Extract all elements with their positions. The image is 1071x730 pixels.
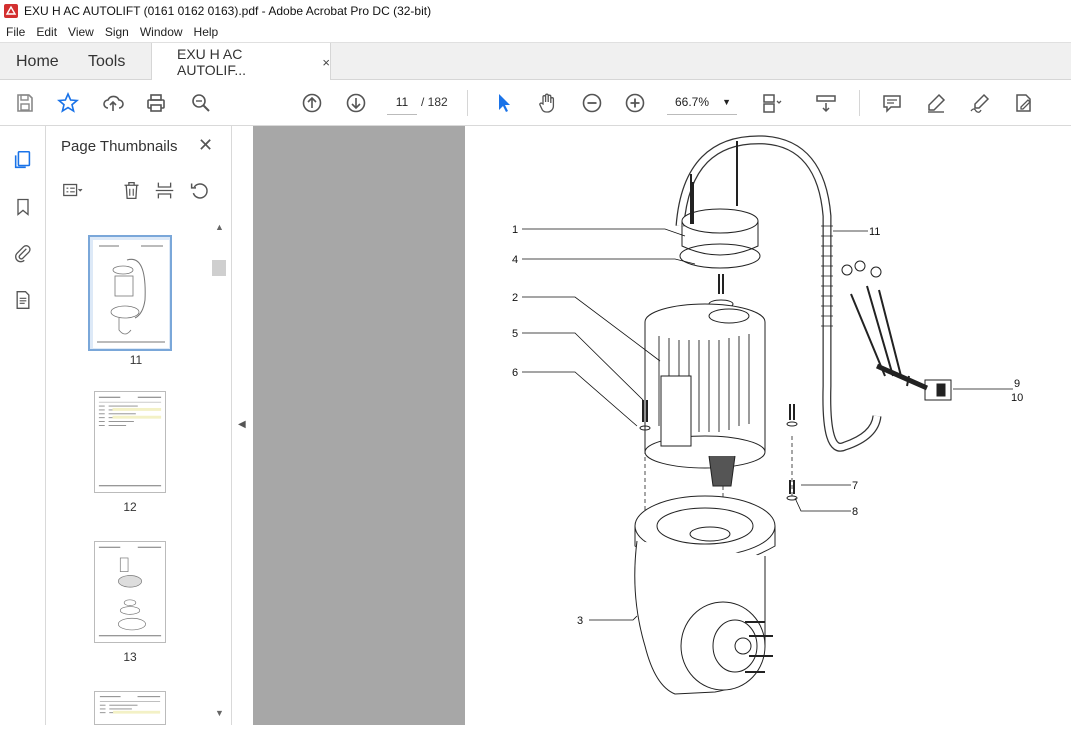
menu-bar: File Edit View Sign Window Help [0, 22, 1071, 42]
callout-label: 4 [512, 254, 518, 266]
highlight-icon[interactable] [923, 90, 949, 116]
zoom-search-icon[interactable] [188, 90, 214, 116]
thumbnail-label: 11 [129, 353, 143, 367]
thumbnail-image [88, 235, 172, 351]
scroll-down-icon[interactable]: ▼ [215, 708, 224, 718]
page-content-icon[interactable] [11, 288, 35, 312]
page-number-input[interactable]: 11 [387, 90, 417, 115]
close-tab-icon[interactable]: × [322, 55, 330, 70]
menu-edit[interactable]: Edit [30, 25, 62, 39]
zoom-level-select[interactable]: 66.7% ▼ [667, 90, 737, 115]
thumbnail-label: 13 [123, 650, 137, 664]
tab-bar: Home Tools EXU H AC AUTOLIF... × [0, 42, 1071, 81]
callout-label: 3 [577, 615, 583, 627]
chevron-left-icon: ◀ [238, 419, 246, 430]
save-icon[interactable] [12, 90, 38, 116]
chevron-down-icon: ▼ [722, 97, 731, 107]
toolbar-divider [467, 90, 468, 116]
options-menu-icon[interactable] [60, 178, 84, 202]
close-panel-icon[interactable]: ✕ [198, 135, 213, 156]
page-up-icon[interactable] [299, 90, 325, 116]
document-page[interactable]: 1 4 2 5 6 11 9 10 7 8 3 [465, 126, 1071, 725]
rotate-page-icon[interactable] [187, 178, 211, 202]
fit-page-icon[interactable] [758, 90, 784, 116]
callout-label: 6 [512, 367, 518, 379]
page-total: / 182 [421, 95, 448, 109]
menu-window[interactable]: Window [134, 25, 188, 39]
hand-icon[interactable] [535, 90, 561, 116]
window-title: EXU H AC AUTOLIFT (0161 0162 0163).pdf -… [24, 4, 432, 18]
zoom-out-icon[interactable] [579, 90, 605, 116]
print-icon[interactable] [143, 90, 169, 116]
callout-label: 1 [512, 224, 518, 236]
bookmark-star-icon[interactable] [55, 90, 81, 116]
edit-pdf-icon[interactable] [1010, 90, 1036, 116]
zoom-level-value: 66.7% [675, 95, 710, 109]
thumbnail-scrollbar[interactable]: ▲ ▼ [212, 222, 228, 722]
thumbnails-panel: Page Thumbnails ✕ ▲ ▼ 11 12 13 [46, 126, 232, 725]
toolbar: 11 / 182 66.7% ▼ [0, 80, 1071, 126]
menu-view[interactable]: View [62, 25, 99, 39]
select-arrow-icon[interactable] [491, 90, 517, 116]
thumbnail-image [94, 541, 166, 643]
menu-help[interactable]: Help [188, 25, 224, 39]
thumbnail-label: 12 [123, 500, 137, 514]
exploded-view-drawing: 1 4 2 5 6 11 9 10 7 8 3 [512, 135, 1023, 695]
page-thumbnails-icon[interactable] [11, 148, 35, 172]
callout-label: 9 [1014, 378, 1020, 390]
bookmarks-icon[interactable] [11, 195, 35, 219]
panel-title: Page Thumbnails [61, 138, 178, 155]
sign-icon[interactable] [967, 90, 993, 116]
scroll-up-icon[interactable]: ▲ [215, 222, 224, 232]
thumbnail-image [94, 391, 166, 493]
tab-tools[interactable]: Tools [88, 43, 125, 80]
title-bar: EXU H AC AUTOLIFT (0161 0162 0163).pdf -… [0, 0, 1071, 22]
menu-file[interactable]: File [0, 25, 30, 39]
delete-page-icon[interactable] [119, 178, 143, 202]
scroll-mode-icon[interactable] [813, 90, 839, 116]
callout-label: 2 [512, 292, 518, 304]
menu-sign[interactable]: Sign [99, 25, 134, 39]
page-down-icon[interactable] [343, 90, 369, 116]
tab-document-label: EXU H AC AUTOLIF... [177, 46, 246, 78]
tab-document[interactable]: EXU H AC AUTOLIF... × [151, 43, 331, 81]
callout-label: 5 [512, 328, 518, 340]
callout-label: 7 [852, 480, 858, 492]
callout-label: 8 [852, 506, 858, 518]
document-background [253, 126, 465, 725]
zoom-in-icon[interactable] [622, 90, 648, 116]
attachments-icon[interactable] [11, 241, 35, 265]
upload-icon[interactable] [100, 90, 126, 116]
comment-icon[interactable] [879, 90, 905, 116]
thumbnail-image [94, 691, 166, 725]
callout-label: 11 [869, 226, 880, 238]
toolbar-divider [859, 90, 860, 116]
panel-toolbar [46, 174, 232, 206]
tab-home[interactable]: Home [16, 43, 59, 80]
scrollbar-thumb[interactable] [212, 260, 226, 276]
panel-collapse-handle[interactable]: ◀ [232, 126, 253, 725]
callout-label: 10 [1011, 392, 1023, 404]
acrobat-logo-icon [4, 4, 18, 18]
extract-page-icon[interactable] [152, 178, 176, 202]
left-rail [0, 126, 46, 725]
